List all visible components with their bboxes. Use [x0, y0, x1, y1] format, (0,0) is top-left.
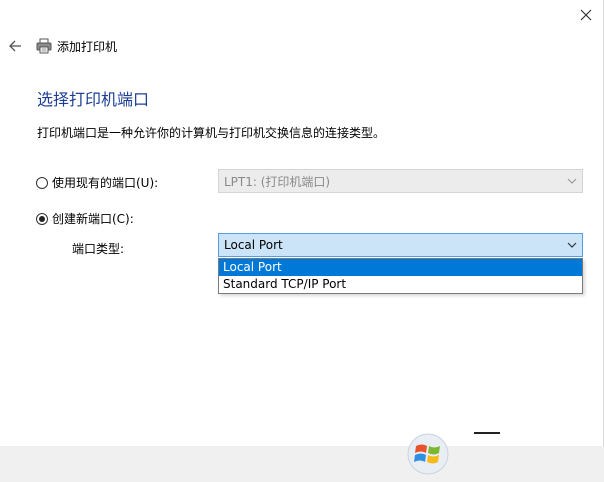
close-button[interactable] [574, 4, 598, 26]
back-button[interactable] [6, 37, 24, 55]
create-new-port-option[interactable]: 创建新端口(C): [36, 210, 134, 227]
option-standard-tcp-ip-port[interactable]: Standard TCP/IP Port [219, 276, 582, 293]
close-icon [580, 9, 592, 21]
port-type-select[interactable]: Local Port [218, 233, 583, 257]
watermark-dash [474, 432, 500, 434]
navigation-bar: 添加打印机 [6, 36, 117, 56]
chevron-down-icon [567, 178, 577, 184]
back-arrow-icon [9, 40, 21, 52]
option-local-port[interactable]: Local Port [219, 259, 582, 276]
windows-logo-watermark [407, 433, 449, 475]
port-type-label: 端口类型: [72, 242, 125, 256]
existing-port-select: LPT1: (打印机端口) [218, 169, 583, 193]
port-type-dropdown-list: Local Port Standard TCP/IP Port [218, 258, 583, 294]
create-new-port-label: 创建新端口(C): [52, 212, 134, 226]
page-title: 选择打印机端口 [37, 90, 150, 109]
use-existing-port-option[interactable]: 使用现有的端口(U): [36, 174, 158, 191]
port-type-value: Local Port [224, 238, 283, 252]
use-existing-port-radio[interactable] [36, 176, 48, 189]
create-new-port-radio[interactable] [36, 212, 48, 225]
page-description: 打印机端口是一种允许你的计算机与打印机交换信息的连接类型。 [37, 126, 386, 140]
existing-port-value: LPT1: (打印机端口) [224, 174, 331, 189]
use-existing-port-label: 使用现有的端口(U): [52, 176, 159, 190]
dialog-footer [0, 446, 604, 482]
chevron-down-icon [567, 242, 577, 248]
window-title: 添加打印机 [57, 39, 118, 54]
printer-icon [36, 38, 52, 54]
add-printer-dialog: 添加打印机 选择打印机端口 打印机端口是一种允许你的计算机与打印机交换信息的连接… [0, 0, 604, 482]
